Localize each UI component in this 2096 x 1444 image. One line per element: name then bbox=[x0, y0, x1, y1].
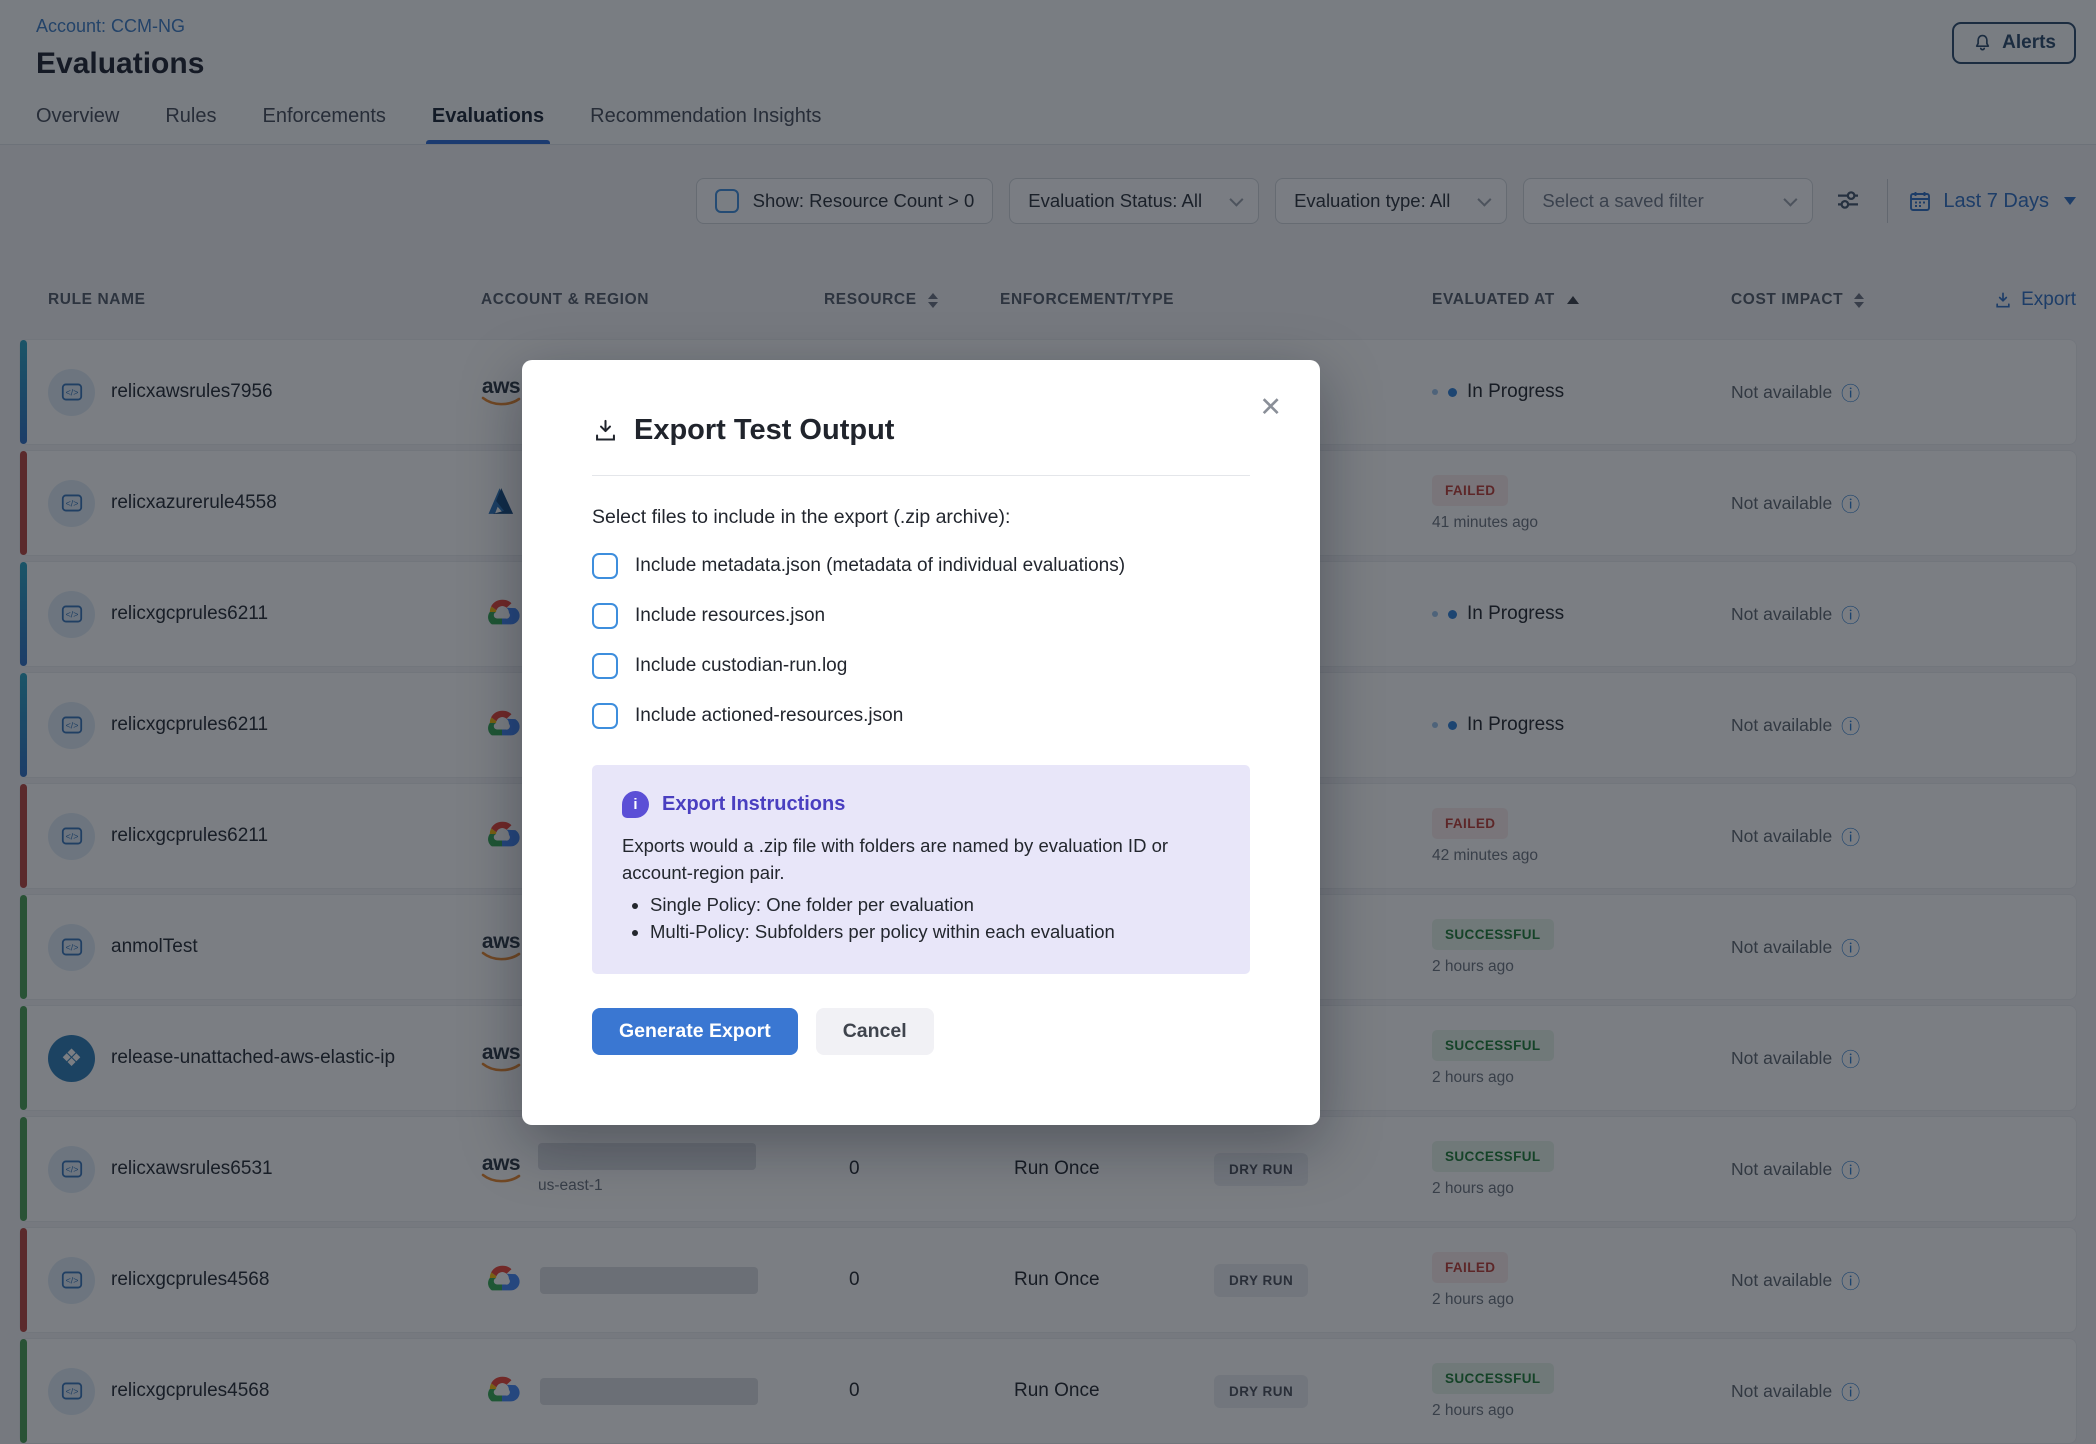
export-instructions-title: Export Instructions bbox=[662, 793, 845, 816]
instruction-bullet: Single Policy: One folder per evaluation bbox=[650, 891, 1220, 919]
include-custodian-log-checkbox[interactable] bbox=[592, 653, 618, 679]
modal-title-row: Export Test Output bbox=[592, 414, 1250, 447]
select-files-label: Select files to include in the export (.… bbox=[592, 506, 1250, 529]
download-icon bbox=[592, 417, 619, 444]
export-instructions-body: Exports would a .zip file with folders a… bbox=[622, 833, 1220, 887]
instruction-bullet: Multi-Policy: Subfolders per policy with… bbox=[650, 918, 1220, 946]
modal-title: Export Test Output bbox=[634, 414, 894, 447]
export-instructions-panel: i Export Instructions Exports would a .z… bbox=[592, 765, 1250, 974]
export-instructions-bullets: Single Policy: One folder per evaluation… bbox=[622, 891, 1220, 947]
export-test-output-modal: ✕ Export Test Output Select files to inc… bbox=[522, 360, 1320, 1125]
export-instructions-header: i Export Instructions bbox=[622, 791, 1220, 818]
checkbox-label: Include actioned-resources.json bbox=[635, 705, 903, 727]
cancel-button[interactable]: Cancel bbox=[816, 1008, 934, 1055]
close-icon[interactable]: ✕ bbox=[1259, 392, 1282, 423]
include-metadata-checkbox[interactable] bbox=[592, 553, 618, 579]
checkbox-label: Include resources.json bbox=[635, 605, 825, 627]
checkbox-row-actioned-resources: Include actioned-resources.json bbox=[592, 703, 1250, 729]
modal-divider bbox=[592, 475, 1250, 476]
info-bubble-icon: i bbox=[622, 791, 649, 818]
checkbox-row-resources: Include resources.json bbox=[592, 603, 1250, 629]
checkbox-label: Include custodian-run.log bbox=[635, 655, 847, 677]
checkbox-row-metadata: Include metadata.json (metadata of indiv… bbox=[592, 553, 1250, 579]
include-actioned-resources-checkbox[interactable] bbox=[592, 703, 618, 729]
include-resources-checkbox[interactable] bbox=[592, 603, 618, 629]
modal-actions: Generate Export Cancel bbox=[592, 1008, 1250, 1055]
checkbox-row-custodian-log: Include custodian-run.log bbox=[592, 653, 1250, 679]
generate-export-button[interactable]: Generate Export bbox=[592, 1008, 798, 1055]
checkbox-label: Include metadata.json (metadata of indiv… bbox=[635, 555, 1125, 577]
